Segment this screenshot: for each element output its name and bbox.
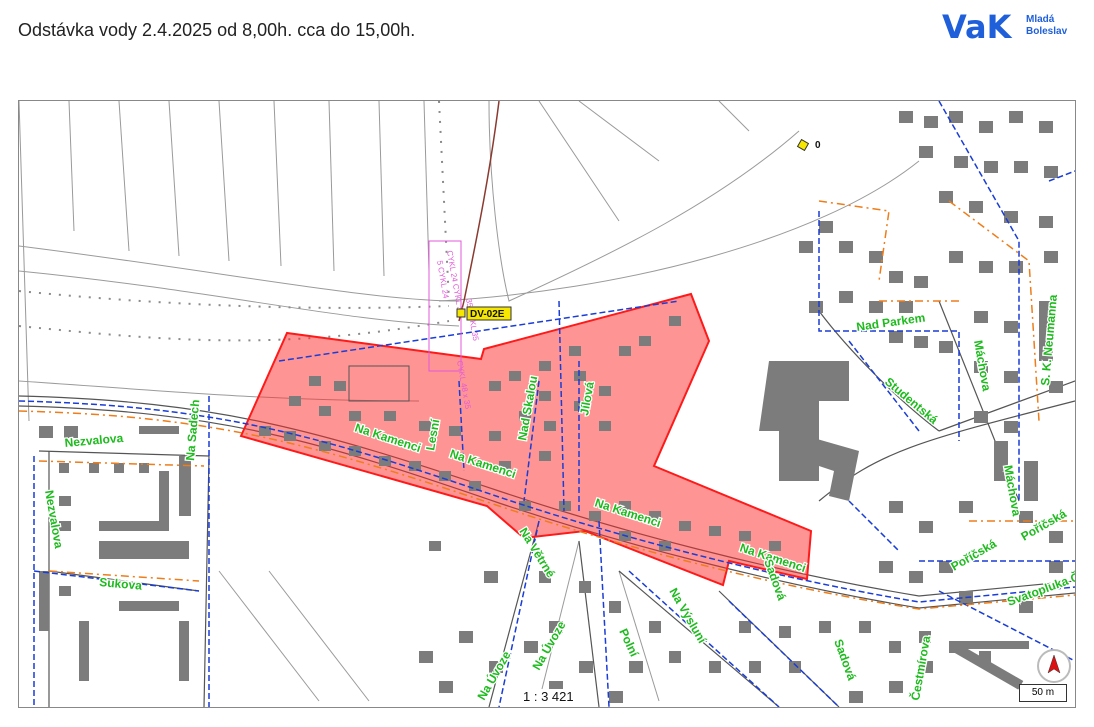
logo-line2: Boleslav <box>1026 26 1068 37</box>
street-label: Svatopluka Čecha <box>1005 559 1075 609</box>
street-label: Sadová <box>831 637 859 682</box>
scale-ratio: 1 : 3 421 <box>519 689 578 704</box>
logo-line1: Mladá <box>1026 14 1055 25</box>
marker-zero-label: 0 <box>815 140 821 151</box>
north-arrow-icon <box>1037 649 1071 683</box>
vak-logo: VaK Mladá Boleslav <box>942 8 1072 46</box>
marker-zero[interactable]: 0 <box>796 138 821 152</box>
marker-dv02e[interactable]: DV-02E <box>456 306 512 321</box>
marker-dv02e-label: DV-02E <box>470 309 505 320</box>
street-label: Sukova <box>99 575 143 593</box>
page-title: Odstávka vody 2.4.2025 od 8,00h. cca do … <box>18 20 416 40</box>
pipe-line <box>458 101 500 322</box>
street-label: Poříčská <box>949 536 1000 573</box>
scale-bar: 50 m <box>1019 684 1067 702</box>
street-label: Studentská <box>882 375 941 428</box>
logo-main-text: VaK <box>942 8 1013 44</box>
street-label: Máchova <box>1001 464 1024 517</box>
railway <box>19 101 450 342</box>
outage-map[interactable]: 5 CYKL 24 CYKL 24 CYKL 35 35 CYKL 35 CYK… <box>18 100 1076 708</box>
street-label: Na Úvoze <box>474 648 514 703</box>
street-label: Na Výsluní <box>666 586 709 647</box>
